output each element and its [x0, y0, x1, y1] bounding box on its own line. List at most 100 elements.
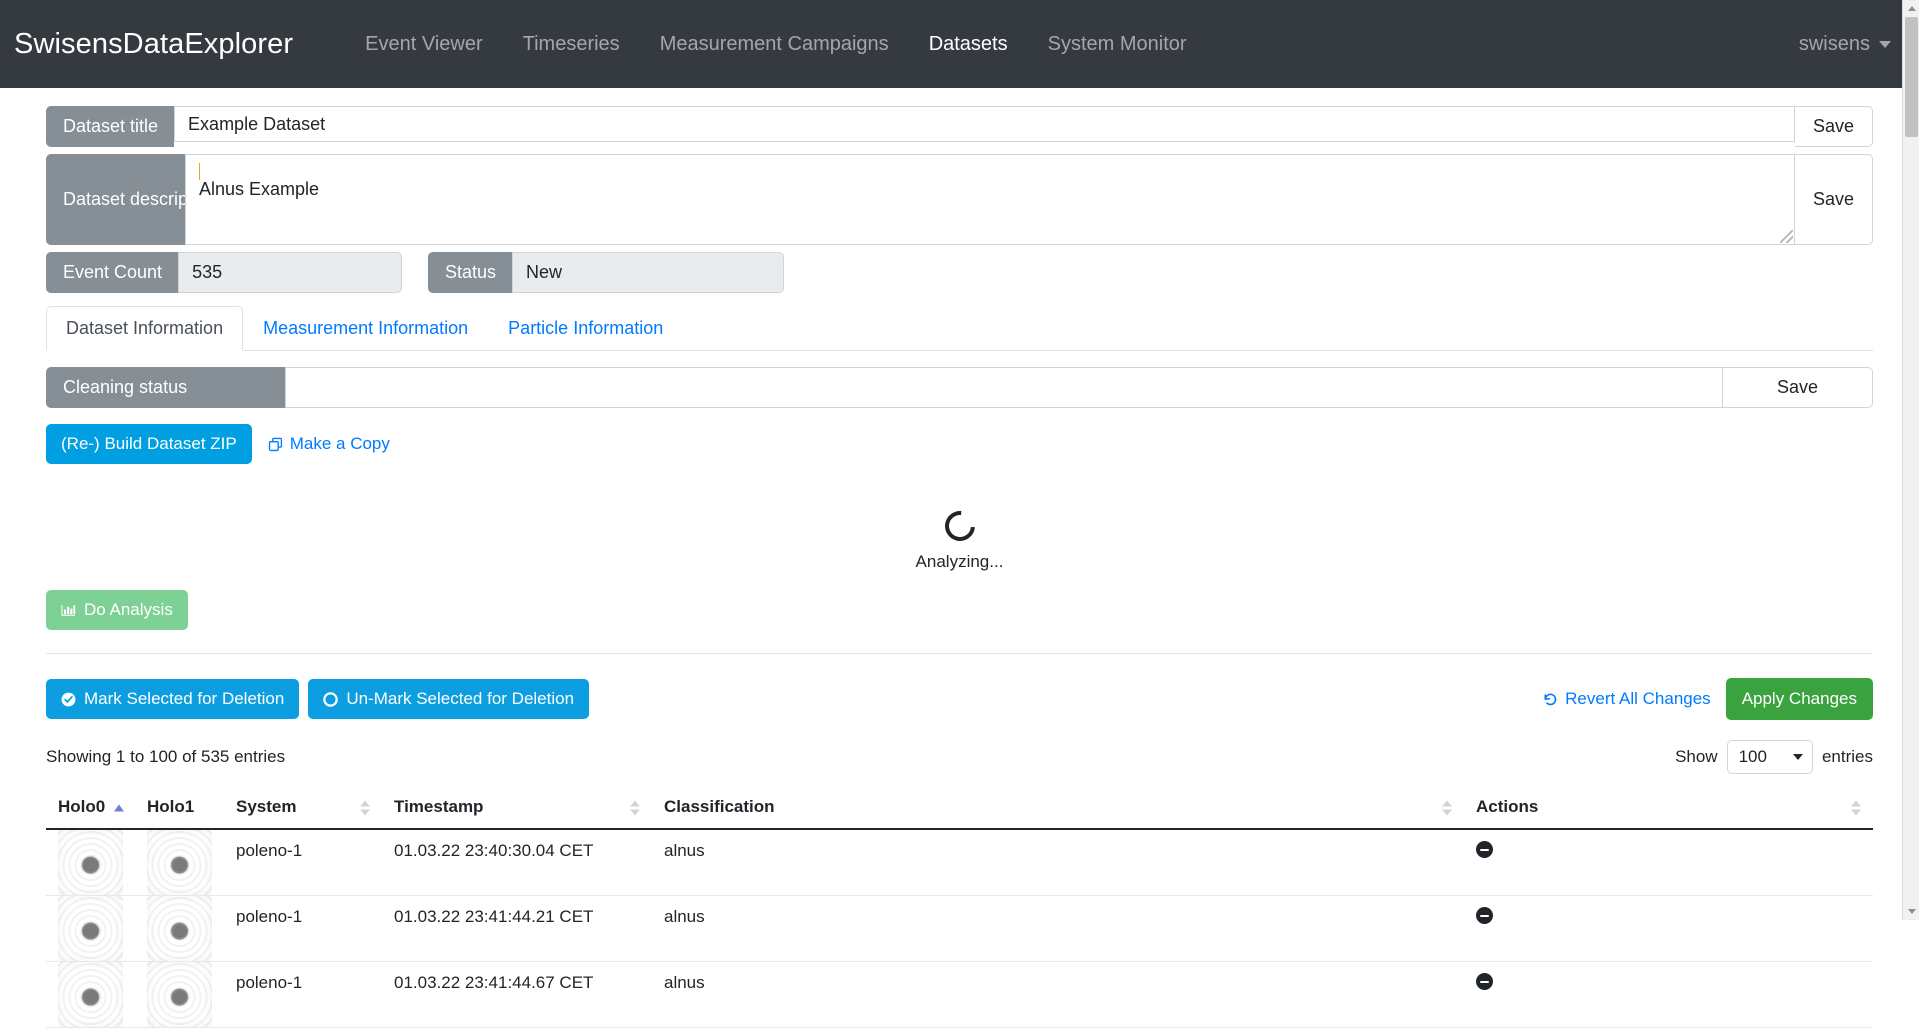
holography-image-holo0[interactable] — [58, 962, 123, 1027]
cleaning-status-save-button[interactable]: Save — [1723, 367, 1873, 408]
deletion-buttons-right: Revert All Changes Apply Changes — [1543, 678, 1873, 720]
primary-nav: Event Viewer Timeseries Measurement Camp… — [345, 25, 1206, 64]
cell-holo0[interactable] — [46, 829, 135, 896]
page-scrollbar[interactable] — [1902, 0, 1919, 920]
sort-icon — [630, 801, 640, 816]
events-table: Holo0 Holo1 System Timestamp Classificat… — [46, 788, 1873, 1028]
do-analysis-label: Do Analysis — [84, 599, 173, 621]
dataset-actions-row: (Re-) Build Dataset ZIP Make a Copy — [46, 424, 1873, 464]
do-analysis-button[interactable]: Do Analysis — [46, 590, 188, 630]
table-row[interactable]: poleno-1 01.03.22 23:41:44.67 CET alnus — [46, 962, 1873, 1028]
column-header-system[interactable]: System — [224, 788, 382, 829]
holography-image-holo1[interactable] — [147, 962, 212, 1027]
build-dataset-zip-button[interactable]: (Re-) Build Dataset ZIP — [46, 424, 252, 464]
dataset-title-row: Dataset title Example Dataset Save — [46, 106, 1873, 147]
nav-link-system-monitor[interactable]: System Monitor — [1028, 25, 1207, 64]
minus-circle-icon[interactable] — [1476, 841, 1493, 858]
holography-image-holo1[interactable] — [147, 896, 212, 961]
column-header-timestamp[interactable]: Timestamp — [382, 788, 652, 829]
column-header-holo1[interactable]: Holo1 — [135, 788, 224, 829]
dataset-title-input[interactable]: Example Dataset — [174, 106, 1795, 142]
cell-classification: alnus — [652, 962, 1464, 1028]
chevron-down-icon — [1879, 41, 1891, 48]
minus-circle-icon[interactable] — [1476, 907, 1493, 924]
counts-row: Event Count 535 Status New — [46, 252, 1873, 293]
unmark-selected-label: Un-Mark Selected for Deletion — [346, 688, 574, 710]
scroll-down-icon[interactable] — [1903, 903, 1919, 920]
page-length-select[interactable]: 100 — [1727, 740, 1813, 774]
nav-link-timeseries[interactable]: Timeseries — [503, 25, 640, 64]
table-row[interactable]: poleno-1 01.03.22 23:40:30.04 CET alnus — [46, 829, 1873, 896]
mark-selected-for-deletion-button[interactable]: Mark Selected for Deletion — [46, 679, 299, 719]
column-header-actions[interactable]: Actions — [1464, 788, 1873, 829]
app-brand[interactable]: SwisensDataExplorer — [14, 28, 293, 61]
cell-classification: alnus — [652, 896, 1464, 962]
table-row[interactable]: poleno-1 01.03.22 23:41:44.21 CET alnus — [46, 896, 1873, 962]
cell-holo1[interactable] — [135, 896, 224, 962]
nav-link-event-viewer[interactable]: Event Viewer — [345, 25, 502, 64]
cell-system: poleno-1 — [224, 829, 382, 896]
status-group: Status New — [428, 252, 784, 293]
column-header-holo1-label: Holo1 — [147, 797, 194, 816]
cell-holo1[interactable] — [135, 962, 224, 1028]
scrollbar-thumb[interactable] — [1905, 17, 1918, 137]
mark-selected-label: Mark Selected for Deletion — [84, 688, 284, 710]
dataset-description-value: Alnus Example — [199, 177, 1781, 202]
revert-all-changes-button[interactable]: Revert All Changes — [1543, 689, 1711, 709]
cell-actions — [1464, 829, 1873, 896]
cell-system: poleno-1 — [224, 962, 382, 1028]
bar-chart-icon — [61, 603, 76, 617]
tab-measurement-information[interactable]: Measurement Information — [243, 306, 488, 351]
events-table-head: Holo0 Holo1 System Timestamp Classificat… — [46, 788, 1873, 829]
scroll-up-icon[interactable] — [1903, 0, 1919, 17]
tab-particle-information[interactable]: Particle Information — [488, 306, 683, 351]
text-cursor-icon — [199, 163, 200, 180]
page-length-value: 100 — [1739, 747, 1767, 767]
cell-actions — [1464, 962, 1873, 1028]
event-count-input: 535 — [178, 252, 402, 293]
cell-holo0[interactable] — [46, 962, 135, 1028]
column-header-classification[interactable]: Classification — [652, 788, 1464, 829]
show-label: Show — [1675, 747, 1718, 767]
sort-icon — [1442, 801, 1452, 816]
dataset-title-save-button[interactable]: Save — [1795, 106, 1873, 147]
unmark-selected-for-deletion-button[interactable]: Un-Mark Selected for Deletion — [308, 679, 589, 719]
top-navbar: SwisensDataExplorer Event Viewer Timeser… — [0, 0, 1919, 88]
dataset-title-label: Dataset title — [46, 106, 174, 147]
cell-holo1[interactable] — [135, 829, 224, 896]
analyzing-status: Analyzing... — [46, 498, 1873, 584]
column-header-actions-label: Actions — [1476, 797, 1538, 816]
user-menu[interactable]: swisens — [1793, 25, 1897, 64]
showing-entries-text: Showing 1 to 100 of 535 entries — [46, 747, 285, 767]
events-table-header-row: Holo0 Holo1 System Timestamp Classificat… — [46, 788, 1873, 829]
make-a-copy-button[interactable]: Make a Copy — [268, 434, 390, 454]
dataset-description-textarea[interactable]: Alnus Example — [185, 154, 1795, 245]
analyzing-label: Analyzing... — [916, 552, 1004, 572]
column-header-classification-label: Classification — [664, 797, 775, 816]
sort-icon — [1851, 801, 1861, 816]
textarea-resize-handle[interactable] — [1780, 230, 1793, 243]
undo-icon — [1543, 692, 1558, 707]
cell-holo0[interactable] — [46, 896, 135, 962]
tab-dataset-information[interactable]: Dataset Information — [46, 306, 243, 351]
apply-changes-button[interactable]: Apply Changes — [1726, 678, 1873, 720]
dataset-description-wrapper: Alnus Example — [185, 154, 1795, 245]
cell-classification: alnus — [652, 829, 1464, 896]
nav-link-measurement-campaigns[interactable]: Measurement Campaigns — [640, 25, 909, 64]
cleaning-status-input[interactable] — [285, 367, 1723, 408]
page-container: Dataset title Example Dataset Save Datas… — [0, 106, 1919, 1028]
cell-timestamp: 01.03.22 23:41:44.67 CET — [382, 962, 652, 1028]
dataset-description-label: Dataset description — [46, 154, 185, 245]
status-input: New — [512, 252, 784, 293]
minus-circle-icon[interactable] — [1476, 973, 1493, 990]
revert-all-changes-label: Revert All Changes — [1565, 689, 1711, 709]
column-header-timestamp-label: Timestamp — [394, 797, 483, 816]
dataset-description-save-button[interactable]: Save — [1795, 154, 1873, 245]
holography-image-holo0[interactable] — [58, 896, 123, 961]
cell-actions — [1464, 896, 1873, 962]
column-header-holo0[interactable]: Holo0 — [46, 788, 135, 829]
holography-image-holo0[interactable] — [58, 830, 123, 895]
nav-link-datasets[interactable]: Datasets — [909, 25, 1028, 64]
holography-image-holo1[interactable] — [147, 830, 212, 895]
sort-ascending-icon — [114, 805, 124, 812]
